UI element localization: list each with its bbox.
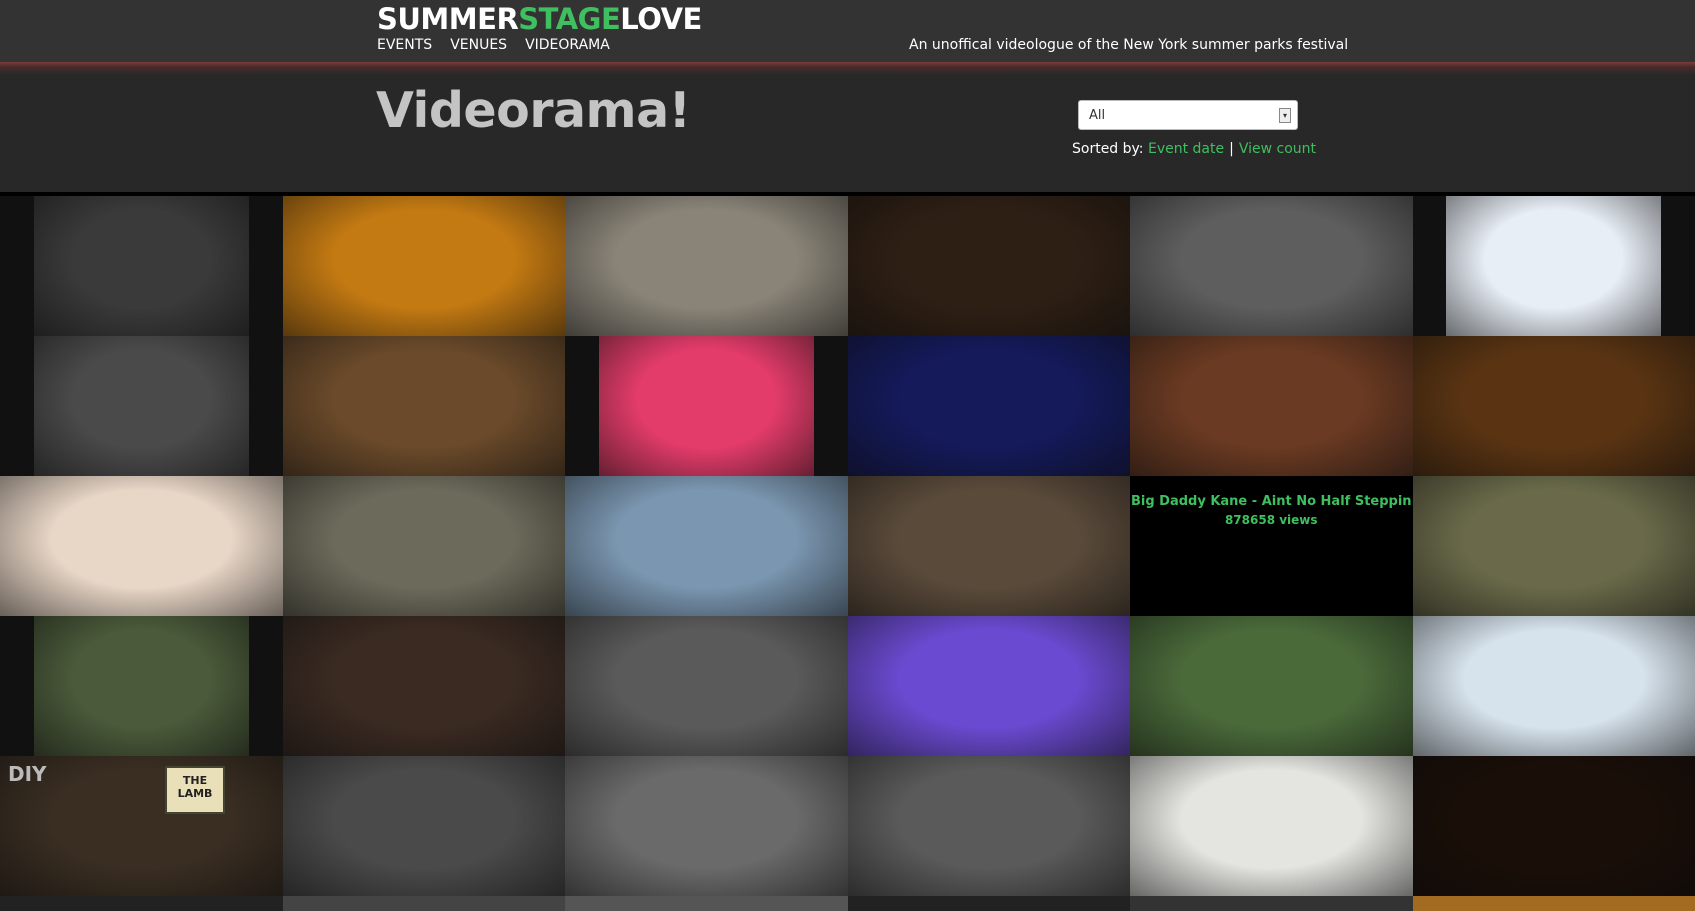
video-thumbnail (1412, 616, 1695, 756)
video-tile[interactable] (847, 196, 1130, 336)
video-tile[interactable]: Big Daddy Kane - Aint No Half Steppin 878… (1130, 476, 1413, 616)
video-grid: Big Daddy Kane - Aint No Half Steppin 878… (0, 196, 1695, 896)
logo-part-love: LOVE (620, 2, 702, 36)
video-tile[interactable] (847, 476, 1130, 616)
video-tile[interactable] (847, 756, 1130, 896)
video-tile[interactable] (565, 616, 848, 756)
video-tile[interactable] (282, 196, 565, 336)
video-tile[interactable] (1412, 476, 1695, 616)
video-tile[interactable] (1412, 616, 1695, 756)
video-thumbnail (282, 476, 565, 616)
video-view-count: 878658 views (1224, 513, 1318, 527)
video-thumbnail (847, 476, 1130, 616)
video-thumbnail (1130, 336, 1413, 476)
video-tile[interactable] (565, 476, 848, 616)
logo-part-summer: SUMMER (377, 2, 519, 36)
video-tile[interactable] (565, 756, 848, 896)
top-bar (0, 0, 1695, 74)
video-thumbnail (847, 336, 1130, 476)
chevron-down-icon[interactable]: ▾ (1279, 108, 1291, 123)
video-tile[interactable] (282, 336, 565, 476)
video-thumbnail (565, 756, 848, 896)
video-tile[interactable] (847, 616, 1130, 756)
video-thumbnail (565, 616, 848, 756)
video-tile[interactable] (1412, 196, 1695, 336)
video-thumbnail (1130, 756, 1413, 896)
video-thumbnail (1412, 336, 1695, 476)
video-tile[interactable] (0, 336, 283, 476)
video-tile[interactable] (0, 616, 283, 756)
video-thumbnail (1446, 196, 1662, 336)
video-thumbnail (1130, 196, 1413, 336)
sort-controls: Sorted by: Event date | View count (1072, 141, 1316, 157)
video-tile[interactable] (282, 616, 565, 756)
site-tagline: An unoffical videologue of the New York … (909, 37, 1349, 53)
video-tile[interactable] (1412, 756, 1695, 896)
venue-sign: THE LAMB (165, 766, 225, 814)
video-thumbnail (33, 196, 249, 336)
video-thumbnail (1130, 616, 1413, 756)
site-logo[interactable]: SUMMERSTAGELOVE (377, 2, 702, 36)
video-thumbnail (598, 336, 814, 476)
page-header (0, 74, 1695, 192)
filter-value: All (1089, 108, 1106, 123)
video-tile[interactable] (0, 196, 283, 336)
video-thumbnail (0, 476, 283, 616)
nav-venues[interactable]: VENUES (450, 37, 507, 53)
video-thumbnail (33, 616, 249, 756)
video-thumbnail (565, 476, 848, 616)
video-tile[interactable] (1130, 196, 1413, 336)
video-tile[interactable] (1412, 336, 1695, 476)
video-tile[interactable]: DIY THE LAMB (0, 756, 283, 896)
video-tile[interactable] (1130, 336, 1413, 476)
logo-part-stage: STAGE (518, 2, 621, 36)
video-thumbnail (847, 616, 1130, 756)
sort-by-event-date[interactable]: Event date (1148, 141, 1224, 157)
diy-watermark: DIY (8, 762, 47, 786)
video-tile[interactable] (847, 336, 1130, 476)
next-row-peek (0, 896, 1695, 911)
video-thumbnail (847, 196, 1130, 336)
sort-by-view-count[interactable]: View count (1239, 141, 1316, 157)
video-title: Big Daddy Kane - Aint No Half Steppin (1130, 494, 1412, 509)
video-tile[interactable] (282, 476, 565, 616)
video-thumbnail (847, 756, 1130, 896)
video-thumbnail (1412, 476, 1695, 616)
video-thumbnail (565, 196, 848, 336)
video-thumbnail (1412, 756, 1695, 896)
video-thumbnail (282, 756, 565, 896)
video-tile[interactable] (565, 336, 848, 476)
video-tile[interactable] (565, 196, 848, 336)
main-nav: EVENTS VENUES VIDEORAMA (377, 37, 610, 53)
video-tile[interactable] (282, 756, 565, 896)
video-thumbnail (282, 616, 565, 756)
page-title: Videorama! (376, 82, 691, 139)
video-tile[interactable] (1130, 756, 1413, 896)
nav-videorama[interactable]: VIDEORAMA (525, 37, 610, 53)
nav-events[interactable]: EVENTS (377, 37, 432, 53)
video-tile[interactable] (1130, 616, 1413, 756)
video-thumbnail (282, 196, 565, 336)
video-thumbnail (33, 336, 249, 476)
video-tile[interactable] (0, 476, 283, 616)
video-hover-overlay[interactable]: Big Daddy Kane - Aint No Half Steppin 878… (1130, 476, 1413, 616)
event-filter-select[interactable]: All ▾ (1078, 100, 1298, 130)
accent-stripe (0, 62, 1695, 74)
sort-label: Sorted by: (1072, 141, 1144, 157)
video-thumbnail (282, 336, 565, 476)
sort-separator: | (1229, 141, 1234, 157)
